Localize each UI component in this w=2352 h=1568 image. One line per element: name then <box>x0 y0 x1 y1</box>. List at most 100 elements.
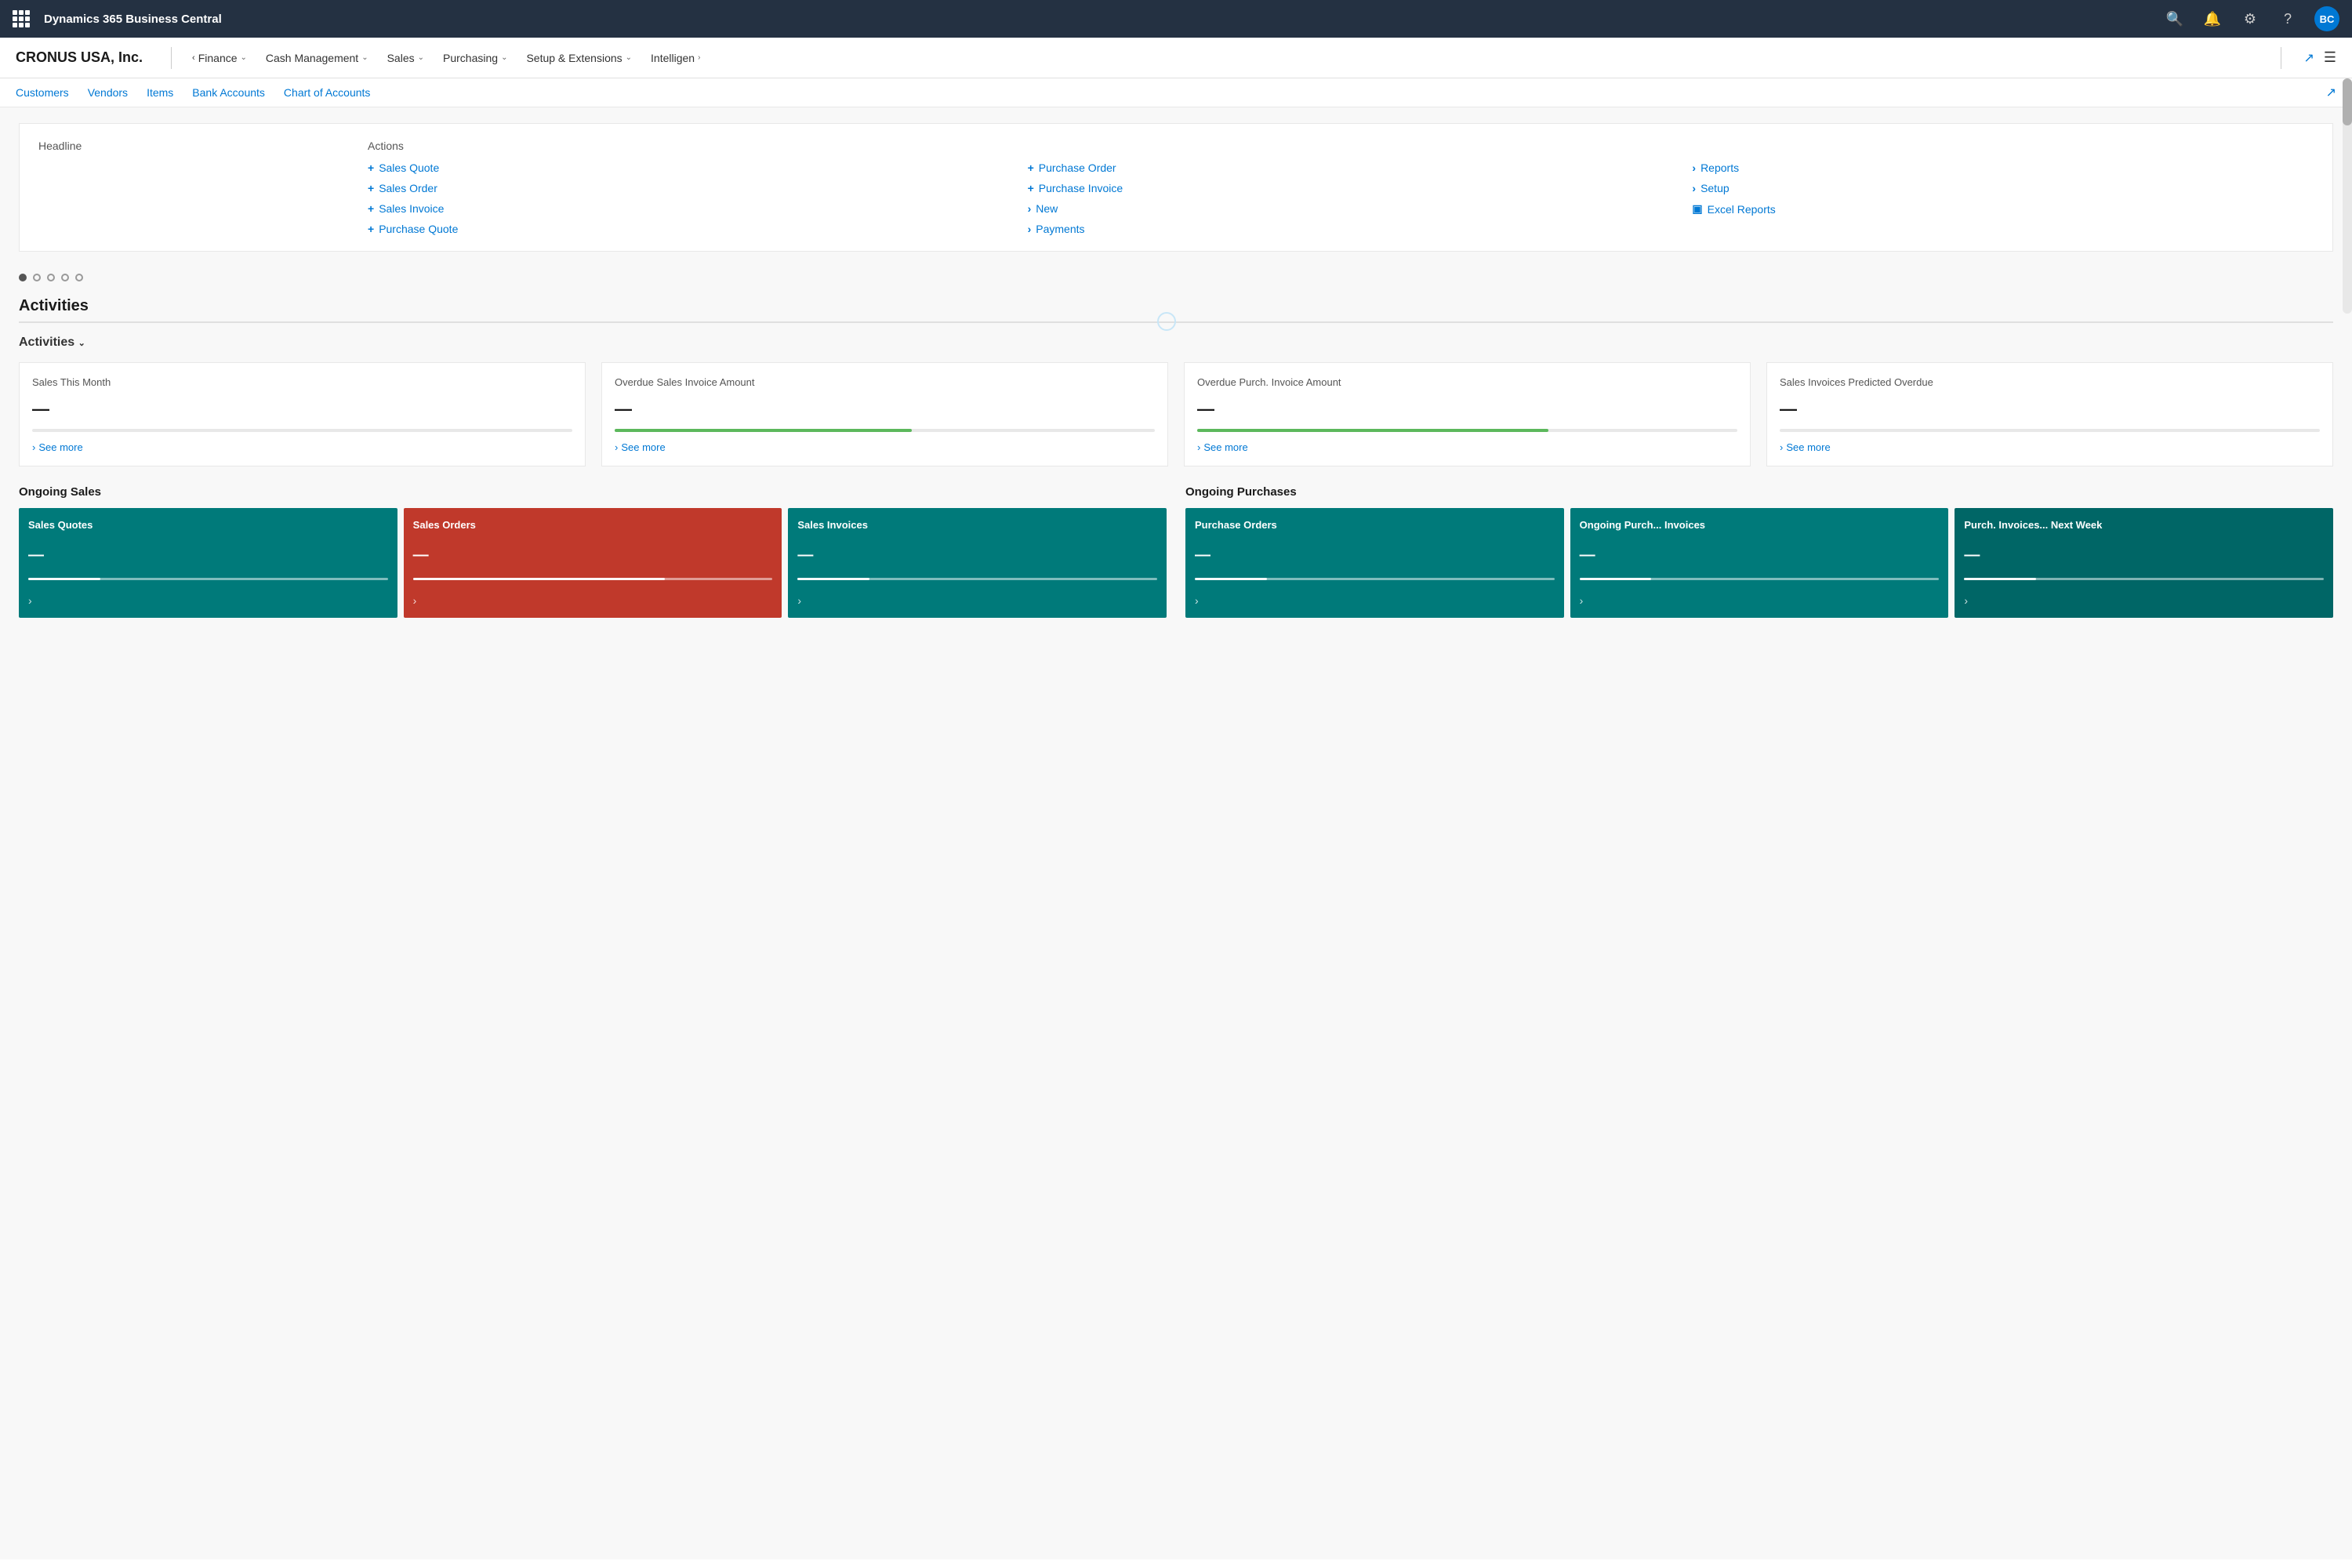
quick-link-customers[interactable]: Customers <box>16 86 69 99</box>
settings-icon[interactable]: ⚙ <box>2239 8 2261 30</box>
quick-links-bar: Customers Vendors Items Bank Accounts Ch… <box>0 78 2352 107</box>
ongoing-container: Ongoing Sales Sales Quotes — › Sales Ord… <box>19 485 2333 618</box>
see-more-link[interactable]: › See more <box>32 441 572 453</box>
activity-card-title: Overdue Sales Invoice Amount <box>615 376 1155 390</box>
ongoing-sales-section: Ongoing Sales Sales Quotes — › Sales Ord… <box>19 485 1167 618</box>
card-title: Sales Orders <box>413 519 773 532</box>
plus-icon: + <box>1028 182 1034 194</box>
card-bar <box>28 578 388 580</box>
nav-sales-label: Sales <box>387 52 415 64</box>
card-title: Sales Invoices <box>797 519 1157 532</box>
chevron-down-icon: ⌄ <box>501 53 507 62</box>
dot-5[interactable] <box>75 274 83 281</box>
actions-grid: + Sales Quote + Sales Order + Sales Invo… <box>368 162 2314 235</box>
action-label: Excel Reports <box>1708 203 1776 216</box>
activities-filter-label[interactable]: Activities ⌄ <box>19 336 85 350</box>
card-bar <box>797 578 1157 580</box>
nav-item-cash-management[interactable]: Cash Management ⌄ <box>258 47 376 69</box>
ongoing-purch-invoices-next-week-card[interactable]: Purch. Invoices... Next Week — › <box>1955 508 2333 618</box>
nav-item-finance[interactable]: ‹ Finance ⌄ <box>184 47 255 69</box>
nav-right-controls: ↗ ☰ <box>2268 47 2336 69</box>
card-bar <box>1195 578 1555 580</box>
ongoing-sales-cards: Sales Quotes — › Sales Orders — › <box>19 508 1167 618</box>
action-purchase-quote[interactable]: + Purchase Quote <box>368 223 996 235</box>
action-setup[interactable]: › Setup <box>1692 182 2314 194</box>
quick-link-bank-accounts[interactable]: Bank Accounts <box>192 86 265 99</box>
nav-item-intelligence[interactable]: Intelligen › <box>643 47 708 69</box>
chevron-down-icon: ⌄ <box>626 53 632 62</box>
search-icon[interactable]: 🔍 <box>2164 8 2186 30</box>
back-arrow-icon: ‹ <box>192 53 195 63</box>
action-label: Sales Quote <box>379 162 439 174</box>
app-name: Dynamics 365 Business Central <box>44 13 222 26</box>
dot-3[interactable] <box>47 274 55 281</box>
see-more-link[interactable]: › See more <box>615 441 1155 453</box>
card-bar <box>413 578 773 580</box>
top-bar-actions: 🔍 🔔 ⚙ ? BC <box>2164 6 2339 31</box>
chevron-down-icon: ⌄ <box>418 53 424 62</box>
user-avatar[interactable]: BC <box>2314 6 2339 31</box>
see-more-link[interactable]: › See more <box>1197 441 1737 453</box>
action-sales-invoice[interactable]: + Sales Invoice <box>368 202 996 215</box>
expand-icon[interactable]: ↗ <box>2303 50 2314 66</box>
chevron-right-icon: › <box>1028 202 1032 215</box>
activity-card-value: — <box>32 399 572 419</box>
plus-icon: + <box>368 182 374 194</box>
quick-link-chart-of-accounts[interactable]: Chart of Accounts <box>284 86 371 99</box>
ongoing-sales-quotes-card[interactable]: Sales Quotes — › <box>19 508 397 618</box>
nav-item-sales[interactable]: Sales ⌄ <box>379 47 432 69</box>
action-purchase-invoice[interactable]: + Purchase Invoice <box>1028 182 1661 194</box>
waffle-icon[interactable] <box>13 10 30 27</box>
headline-label: Headline <box>38 140 82 152</box>
activity-card-title: Sales Invoices Predicted Overdue <box>1780 376 2320 390</box>
quick-link-items[interactable]: Items <box>147 86 173 99</box>
card-value: — <box>797 546 1157 564</box>
card-bar <box>1580 578 1940 580</box>
dot-1[interactable] <box>19 274 27 281</box>
action-label: New <box>1036 202 1058 215</box>
help-icon[interactable]: ? <box>2277 8 2299 30</box>
chevron-right-icon: › <box>797 594 1157 607</box>
scrollbar-thumb[interactable] <box>2343 78 2352 125</box>
chevron-right-icon: › <box>413 594 773 607</box>
activity-card-overdue-sales: Overdue Sales Invoice Amount — › See mor… <box>601 362 1168 466</box>
action-new[interactable]: › New <box>1028 202 1661 215</box>
main-navigation: ‹ Finance ⌄ Cash Management ⌄ Sales ⌄ Pu… <box>184 47 2268 69</box>
ongoing-purchases-section: Ongoing Purchases Purchase Orders — › On… <box>1185 485 2333 618</box>
card-value: — <box>28 546 388 564</box>
chevron-right-icon: › <box>698 53 700 62</box>
dot-2[interactable] <box>33 274 41 281</box>
scrollbar[interactable] <box>2343 78 2352 314</box>
chevron-down-icon: ⌄ <box>361 53 368 62</box>
action-sales-order[interactable]: + Sales Order <box>368 182 996 194</box>
expand-quick-links-icon[interactable]: ↗ <box>2326 86 2336 100</box>
chevron-down-icon: ⌄ <box>78 339 85 348</box>
activity-card-predicted-overdue: Sales Invoices Predicted Overdue — › See… <box>1766 362 2333 466</box>
ongoing-purch-invoices-card[interactable]: Ongoing Purch... Invoices — › <box>1570 508 1949 618</box>
action-sales-quote[interactable]: + Sales Quote <box>368 162 996 174</box>
headline-actions-panel: Headline Actions + Sales Quote + Sales O… <box>19 123 2333 252</box>
document-icon: ▣ <box>1692 202 1702 216</box>
action-payments[interactable]: › Payments <box>1028 223 1661 235</box>
nav-item-purchasing[interactable]: Purchasing ⌄ <box>435 47 515 69</box>
quick-link-vendors[interactable]: Vendors <box>88 86 128 99</box>
nav-item-setup[interactable]: Setup & Extensions ⌄ <box>518 47 640 69</box>
activity-cards-container: Sales This Month — › See more Overdue Sa… <box>19 362 2333 466</box>
loading-spinner <box>1157 312 1176 331</box>
action-excel-reports[interactable]: ▣ Excel Reports <box>1692 202 2314 216</box>
chevron-right-icon: › <box>1028 223 1032 235</box>
app-logo[interactable]: Dynamics 365 Business Central <box>13 10 2164 27</box>
hamburger-icon[interactable]: ☰ <box>2324 49 2336 66</box>
see-more-link[interactable]: › See more <box>1780 441 2320 453</box>
dot-4[interactable] <box>61 274 69 281</box>
see-more-label: See more <box>1203 441 1247 453</box>
ongoing-sales-invoices-card[interactable]: Sales Invoices — › <box>788 508 1167 618</box>
nav-divider <box>171 47 172 69</box>
ongoing-sales-orders-card[interactable]: Sales Orders — › <box>404 508 782 618</box>
see-more-label: See more <box>1786 441 1830 453</box>
actions-section: Actions + Sales Quote + Sales Order + Sa… <box>368 140 2314 235</box>
action-purchase-order[interactable]: + Purchase Order <box>1028 162 1661 174</box>
notifications-icon[interactable]: 🔔 <box>2201 8 2223 30</box>
ongoing-purchase-orders-card[interactable]: Purchase Orders — › <box>1185 508 1564 618</box>
action-reports[interactable]: › Reports <box>1692 162 2314 174</box>
